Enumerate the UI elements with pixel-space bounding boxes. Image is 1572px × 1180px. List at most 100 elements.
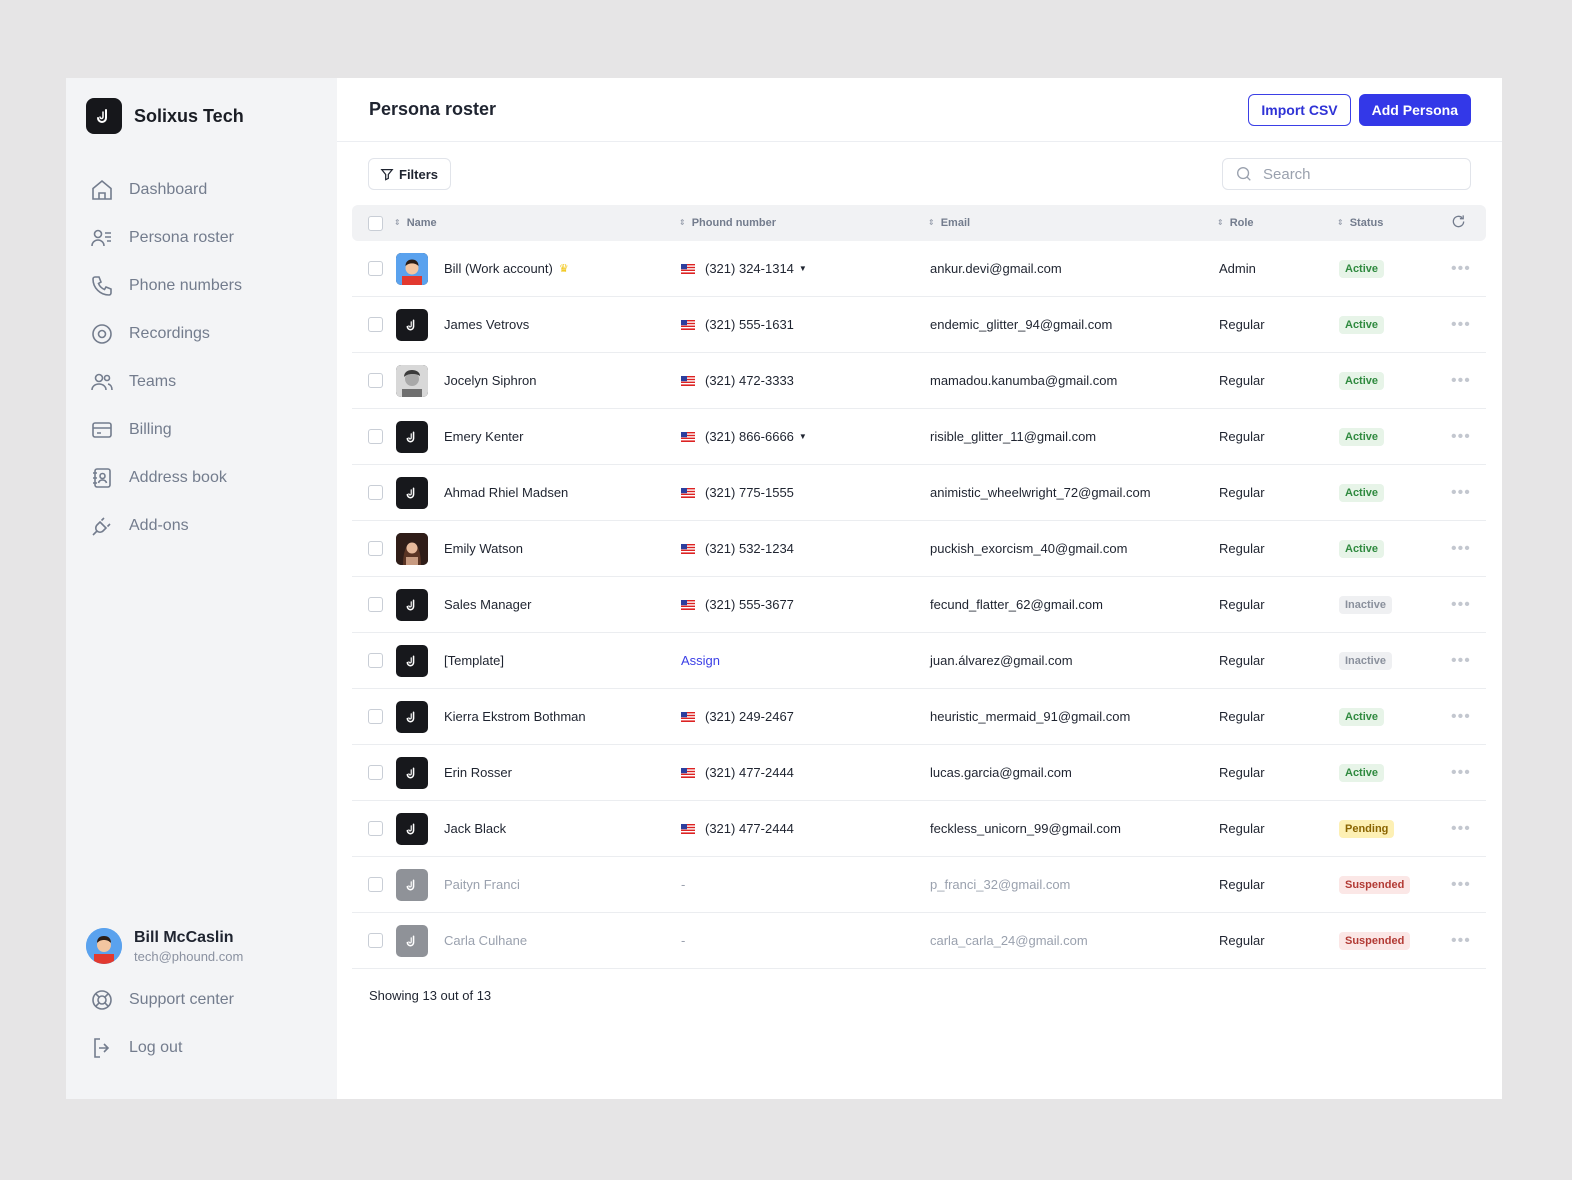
sidebar-item-persona-roster[interactable]: Persona roster (90, 214, 242, 262)
row-checkbox[interactable] (368, 877, 383, 892)
row-actions-button[interactable]: ••• (1451, 820, 1471, 838)
refresh-button[interactable] (1451, 214, 1466, 232)
chevron-down-icon[interactable]: ▼ (799, 432, 807, 441)
status-badge: Active (1339, 763, 1385, 782)
table-row[interactable]: Paityn Franci - p_franci_32@gmail.com Re… (352, 857, 1486, 913)
row-checkbox[interactable] (368, 765, 383, 780)
table-row[interactable]: Ahmad Rhiel Madsen (321) 775-1555 animis… (352, 465, 1486, 521)
row-actions-button[interactable]: ••• (1451, 764, 1471, 782)
user-profile[interactable]: Bill McCaslin tech@phound.com (86, 928, 243, 964)
status-badge: Active (1339, 371, 1385, 390)
persona-name[interactable]: [Template] (444, 653, 504, 668)
persona-name[interactable]: Jack Black (444, 821, 506, 836)
sidebar-item-label: Dashboard (129, 181, 208, 198)
search-input[interactable] (1263, 165, 1453, 183)
row-actions-button[interactable]: ••• (1451, 316, 1471, 334)
row-checkbox[interactable] (368, 933, 383, 948)
sidebar-item-log-out[interactable]: Log out (90, 1024, 234, 1072)
row-actions-button[interactable]: ••• (1451, 484, 1471, 502)
persona-name[interactable]: Paityn Franci (444, 877, 520, 892)
email: carla_carla_24@gmail.com (930, 933, 1088, 948)
phone-number: (321) 866-6666 (705, 429, 794, 444)
sidebar-item-billing[interactable]: Billing (90, 406, 242, 454)
persona-name[interactable]: Ahmad Rhiel Madsen (444, 485, 568, 500)
row-checkbox[interactable] (368, 709, 383, 724)
sidebar-item-support-center[interactable]: Support center (90, 976, 234, 1024)
role: Regular (1219, 541, 1265, 556)
row-actions-button[interactable]: ••• (1451, 876, 1471, 894)
sidebar-item-add-ons[interactable]: Add-ons (90, 502, 242, 550)
status-badge: Suspended (1339, 875, 1411, 894)
table-row[interactable]: Kierra Ekstrom Bothman (321) 249-2467 he… (352, 689, 1486, 745)
column-header-email[interactable]: ⇕ Email (928, 217, 970, 229)
persona-name[interactable]: Bill (Work account) (444, 261, 553, 276)
import-csv-button[interactable]: Import CSV (1248, 93, 1351, 126)
column-header-name[interactable]: ⇕ Name (394, 217, 437, 229)
status-badge: Inactive (1339, 595, 1392, 614)
row-checkbox[interactable] (368, 317, 383, 332)
status-badge: Active (1339, 259, 1385, 278)
email: juan.álvarez@gmail.com (930, 653, 1073, 668)
table-row[interactable]: Jocelyn Siphron (321) 472-3333 mamadou.k… (352, 353, 1486, 409)
sort-icon: ⇕ (679, 218, 686, 227)
sidebar-item-dashboard[interactable]: Dashboard (90, 166, 242, 214)
brand[interactable]: Solixus Tech (86, 98, 244, 134)
persona-name[interactable]: Kierra Ekstrom Bothman (444, 709, 586, 724)
row-actions-button[interactable]: ••• (1451, 260, 1471, 278)
sidebar-item-phone-numbers[interactable]: Phone numbers (90, 262, 242, 310)
sidebar-item-address-book[interactable]: Address book (90, 454, 242, 502)
table-row[interactable]: Carla Culhane - carla_carla_24@gmail.com… (352, 913, 1486, 969)
sidebar-item-label: Billing (129, 421, 172, 438)
assign-number-link[interactable]: Assign (681, 653, 720, 668)
row-checkbox[interactable] (368, 821, 383, 836)
row-actions-button[interactable]: ••• (1451, 932, 1471, 950)
sidebar-item-label: Add-ons (129, 517, 189, 534)
select-all-checkbox[interactable] (368, 215, 383, 231)
table-row[interactable]: Emery Kenter (321) 866-6666 ▼ risible_gli… (352, 409, 1486, 465)
row-actions-button[interactable]: ••• (1451, 540, 1471, 558)
persona-name[interactable]: Carla Culhane (444, 933, 527, 948)
column-header-role[interactable]: ⇕ Role (1217, 217, 1254, 229)
row-actions-button[interactable]: ••• (1451, 428, 1471, 446)
row-actions-button[interactable]: ••• (1451, 652, 1471, 670)
add-persona-button[interactable]: Add Persona (1358, 93, 1471, 126)
search-box[interactable] (1222, 158, 1471, 190)
chevron-down-icon[interactable]: ▼ (799, 264, 807, 273)
row-checkbox[interactable] (368, 541, 383, 556)
row-actions-button[interactable]: ••• (1451, 596, 1471, 614)
persona-name[interactable]: Sales Manager (444, 597, 531, 612)
row-actions-button[interactable]: ••• (1451, 708, 1471, 726)
row-checkbox[interactable] (368, 653, 383, 668)
row-checkbox[interactable] (368, 429, 383, 444)
column-header-phone[interactable]: ⇕ Phound number (679, 217, 776, 229)
table-row[interactable]: Sales Manager (321) 555-3677 fecund_flat… (352, 577, 1486, 633)
phone-number: (321) 555-1631 (705, 317, 794, 332)
persona-name[interactable]: James Vetrovs (444, 317, 529, 332)
table-row[interactable]: [Template] Assign juan.álvarez@gmail.com… (352, 633, 1486, 689)
row-checkbox[interactable] (368, 597, 383, 612)
more-icon: ••• (1451, 315, 1471, 333)
row-checkbox[interactable] (368, 373, 383, 388)
row-actions-button[interactable]: ••• (1451, 372, 1471, 390)
table-row[interactable]: Erin Rosser (321) 477-2444 lucas.garcia@… (352, 745, 1486, 801)
column-header-status[interactable]: ⇕ Status (1337, 217, 1383, 229)
role: Regular (1219, 597, 1265, 612)
table-row[interactable]: Emily Watson (321) 532-1234 puckish_exor… (352, 521, 1486, 577)
table-row[interactable]: Bill (Work account) ♛ (321) 324-1314 ▼ an… (352, 241, 1486, 297)
persona-name[interactable]: Emery Kenter (444, 429, 523, 444)
persona-name[interactable]: Jocelyn Siphron (444, 373, 537, 388)
sidebar-item-teams[interactable]: Teams (90, 358, 242, 406)
table-row[interactable]: James Vetrovs (321) 555-1631 endemic_gli… (352, 297, 1486, 353)
sidebar-item-recordings[interactable]: Recordings (90, 310, 242, 358)
row-checkbox[interactable] (368, 485, 383, 500)
persona-name[interactable]: Erin Rosser (444, 765, 512, 780)
persona-name[interactable]: Emily Watson (444, 541, 523, 556)
row-checkbox[interactable] (368, 261, 383, 276)
filters-button[interactable]: Filters (368, 158, 452, 190)
logout-icon (94, 1038, 110, 1058)
status-badge: Active (1339, 483, 1385, 502)
us-flag-icon (681, 319, 695, 330)
phone-number: - (681, 877, 686, 892)
us-flag-icon (681, 263, 695, 274)
table-row[interactable]: Jack Black (321) 477-2444 feckless_unico… (352, 801, 1486, 857)
